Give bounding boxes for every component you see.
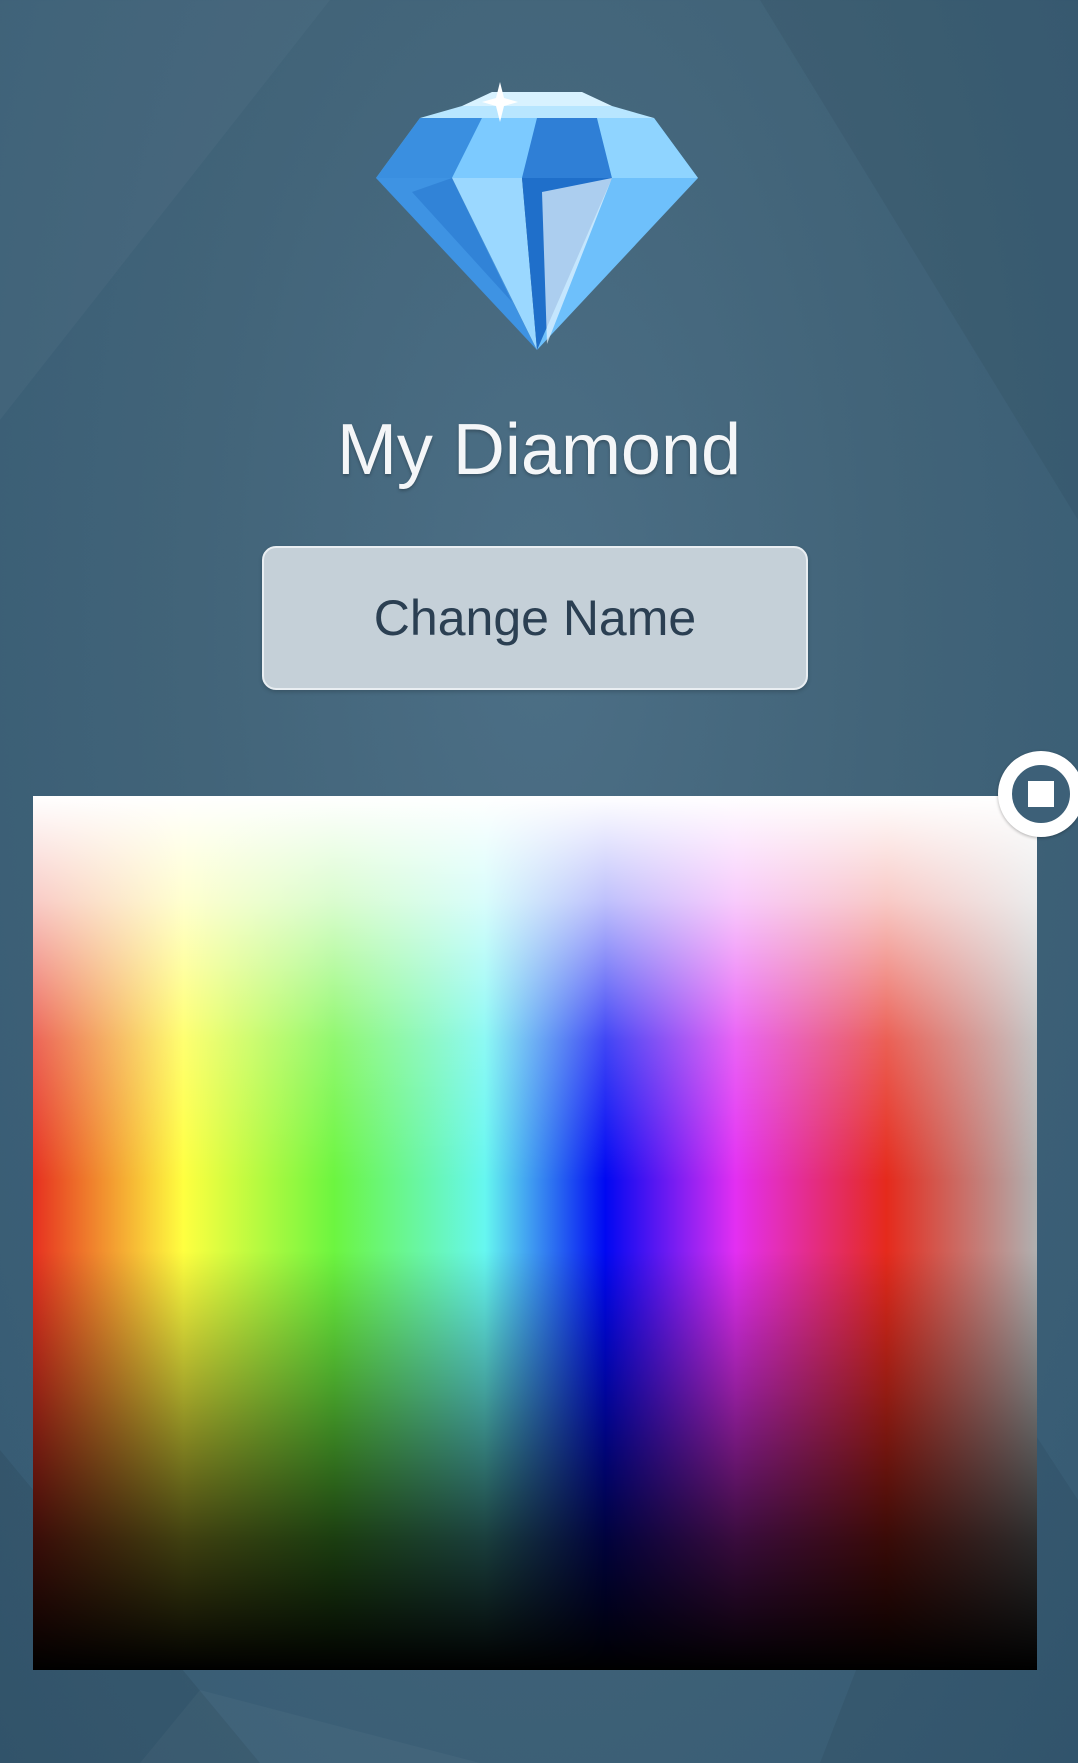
diamond-icon — [376, 82, 698, 350]
diamond-name-title: My Diamond — [336, 410, 742, 490]
change-name-button[interactable]: Change Name — [262, 546, 808, 690]
color-spectrum-palette[interactable] — [33, 796, 1037, 1670]
color-picker-handle-icon[interactable] — [998, 751, 1078, 837]
